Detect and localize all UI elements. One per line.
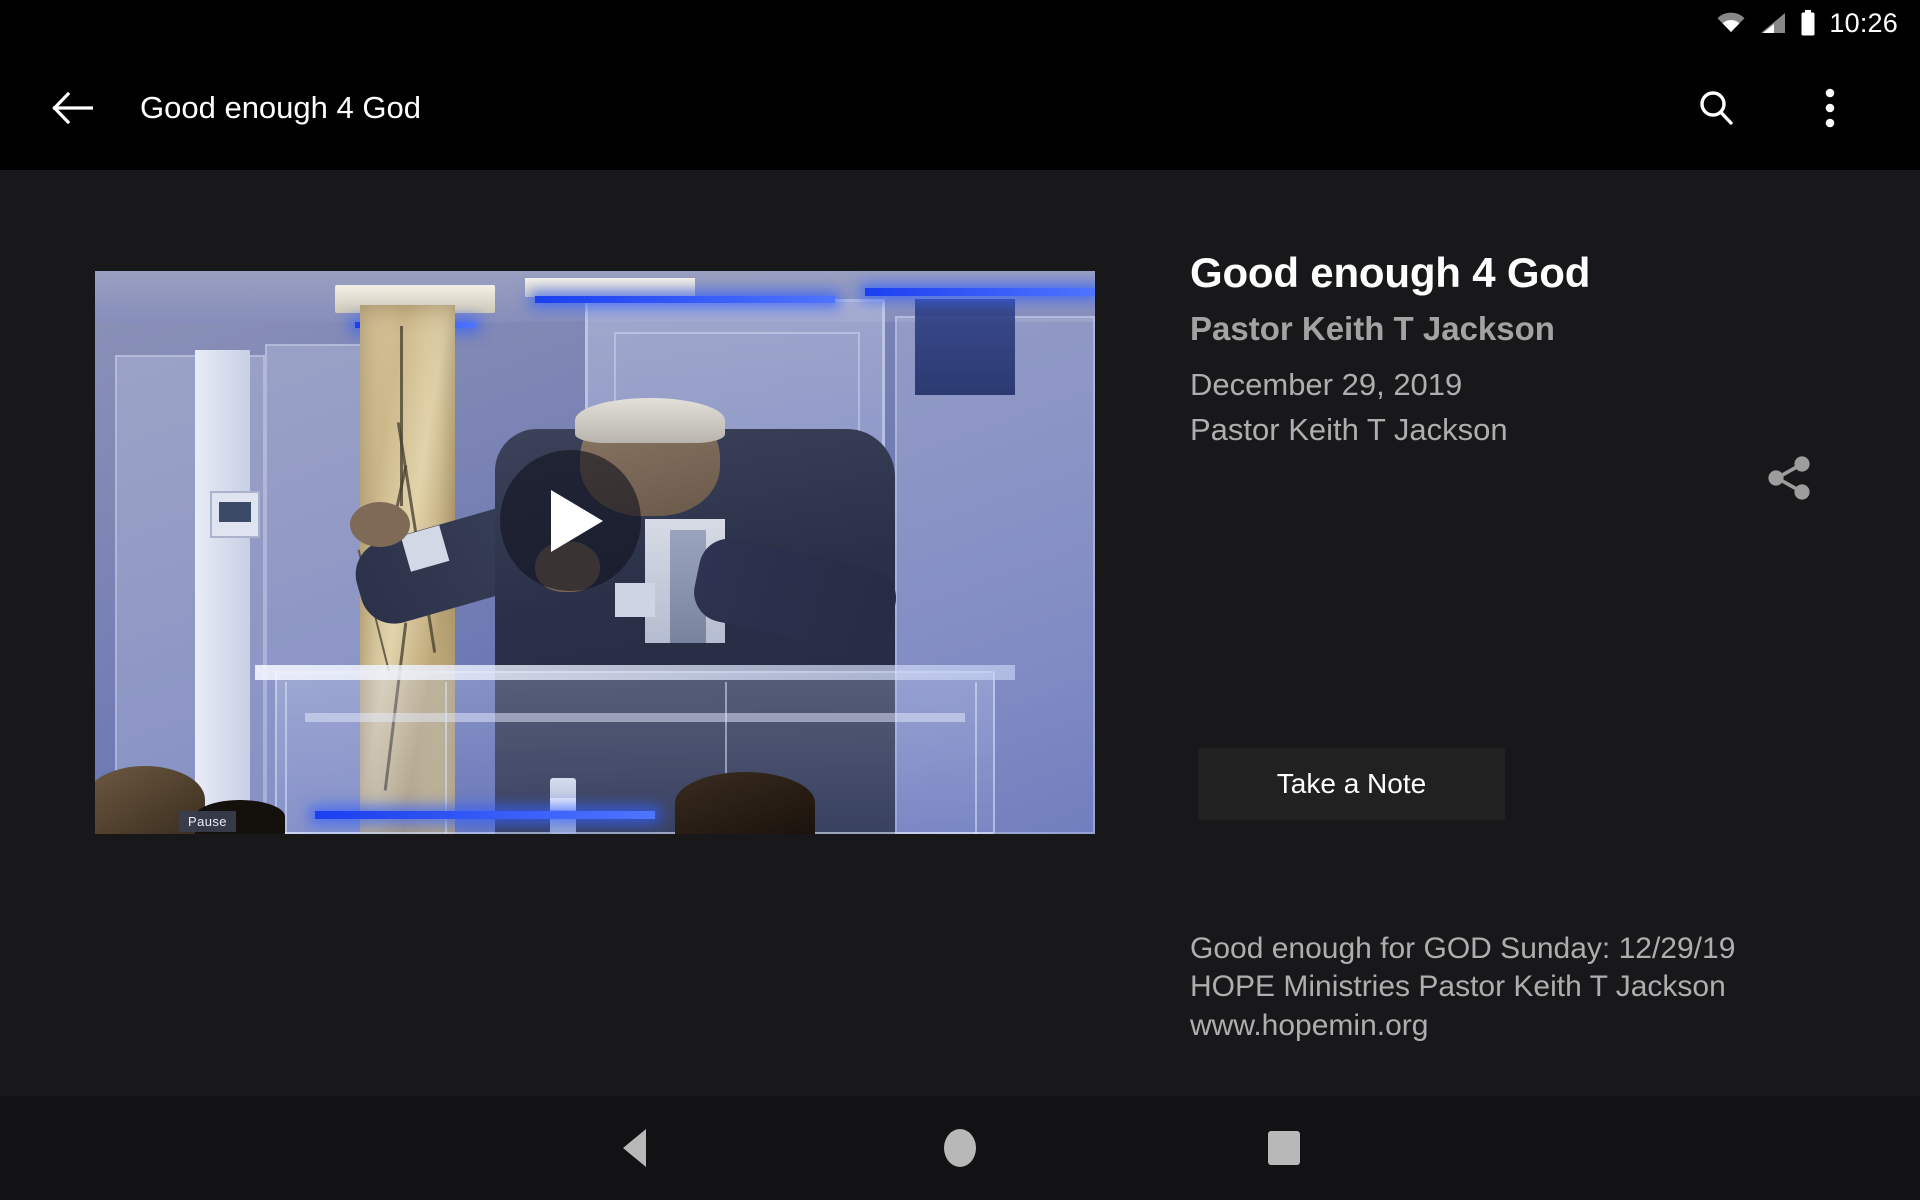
status-bar-clock: 10:26 <box>1829 7 1898 38</box>
description-line: www.hopemin.org <box>1190 1008 1429 1042</box>
nav-recents-button[interactable] <box>1224 1096 1344 1200</box>
share-button[interactable] <box>1756 445 1822 511</box>
overflow-menu-button[interactable] <box>1802 80 1858 136</box>
video-speaker: Pastor Keith T Jackson <box>1190 310 1555 348</box>
battery-icon <box>1801 10 1815 36</box>
video-title: Good enough 4 God <box>1190 249 1591 296</box>
video-date: December 29, 2019 <box>1190 366 1463 402</box>
wifi-icon <box>1717 12 1745 32</box>
play-icon <box>551 489 603 552</box>
share-icon <box>1768 456 1810 500</box>
nav-recents-icon <box>1268 1131 1300 1165</box>
take-a-note-button[interactable]: Take a Note <box>1198 748 1505 820</box>
search-icon <box>1700 91 1733 125</box>
app-bar-actions <box>1688 80 1858 136</box>
description-line: HOPE Ministries Pastor Keith T Jackson <box>1190 970 1726 1004</box>
back-arrow-icon <box>52 91 93 125</box>
play-button[interactable] <box>500 450 641 591</box>
system-navigation-bar <box>0 1096 1920 1200</box>
video-pause-label: Pause <box>179 811 236 832</box>
search-button[interactable] <box>1688 80 1744 136</box>
app-screen: 10:26 Good enough 4 God Pause Good enoug… <box>0 0 1920 1200</box>
video-player[interactable]: Pause <box>95 271 1095 834</box>
video-author: Pastor Keith T Jackson <box>1190 412 1508 448</box>
status-bar: 10:26 <box>0 0 1920 46</box>
overflow-menu-icon <box>1825 88 1835 128</box>
back-button[interactable] <box>42 78 102 138</box>
nav-back-button[interactable] <box>574 1096 694 1200</box>
video-description: Good enough for GOD Sunday: 12/29/19 HOP… <box>1190 930 1830 1045</box>
nav-home-button[interactable] <box>900 1096 1020 1200</box>
app-bar: Good enough 4 God <box>0 46 1920 170</box>
video-info-panel: Good enough 4 God Pastor Keith T Jackson… <box>1190 250 1810 448</box>
description-line: Good enough for GOD Sunday: 12/29/19 <box>1190 932 1736 965</box>
nav-back-icon <box>622 1129 646 1167</box>
nav-home-icon <box>944 1129 976 1167</box>
app-bar-title: Good enough 4 God <box>140 90 421 125</box>
cellular-signal-icon <box>1761 13 1786 33</box>
content-area: Pause Good enough 4 God Pastor Keith T J… <box>0 170 1920 1096</box>
